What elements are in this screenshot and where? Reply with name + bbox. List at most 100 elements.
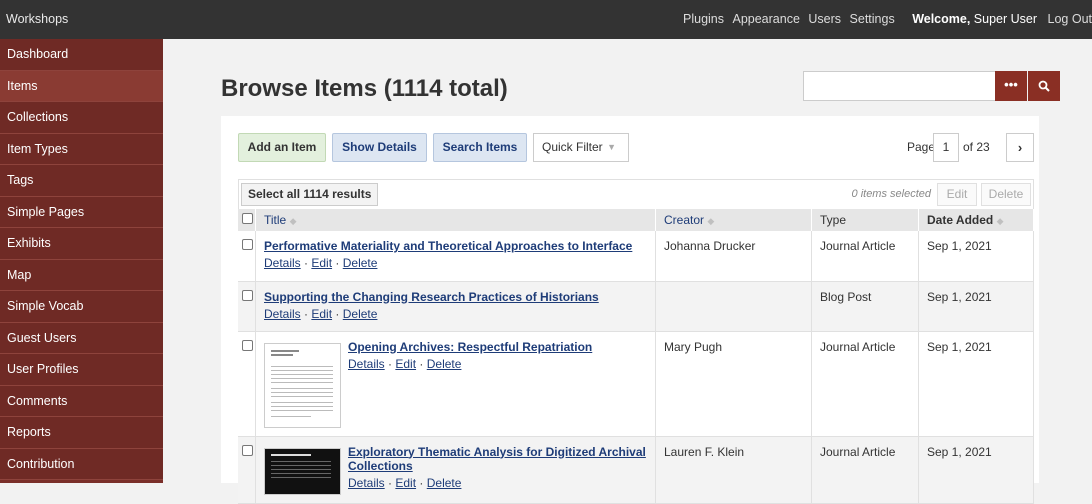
sidebar-item-item-types[interactable]: Item Types <box>0 133 163 165</box>
delete-link[interactable]: Delete <box>427 357 462 371</box>
item-title-link[interactable]: Exploratory Thematic Analysis for Digiti… <box>348 445 646 473</box>
search-input[interactable] <box>803 71 996 101</box>
row-actions: Details · Edit · Delete <box>264 256 647 270</box>
sidebar-item-dashboard[interactable]: Dashboard <box>0 39 163 71</box>
type-cell: Journal Article <box>811 436 919 504</box>
creator-cell: Johanna Drucker <box>655 231 812 282</box>
top-bar: Workshops Plugins Appearance Users Setti… <box>0 0 1092 39</box>
sidebar-item-tags[interactable]: Tags <box>0 165 163 197</box>
separator: · <box>335 306 340 321</box>
creator-cell: Mary Pugh <box>655 331 812 437</box>
row-checkbox-cell <box>238 331 256 437</box>
top-nav: Plugins Appearance Users Settings Welcom… <box>678 12 1092 26</box>
welcome-user[interactable]: Super User <box>974 12 1037 26</box>
show-details-button[interactable]: Show Details <box>332 133 427 162</box>
sidebar-item-collections[interactable]: Collections <box>0 102 163 134</box>
sidebar-item-items[interactable]: Items <box>0 70 163 102</box>
delete-link[interactable]: Delete <box>343 256 378 270</box>
item-title-link[interactable]: Supporting the Changing Research Practic… <box>264 290 599 304</box>
ellipsis-icon: ••• <box>1004 77 1018 92</box>
header-checkbox-cell <box>238 209 256 231</box>
item-thumbnail[interactable] <box>264 342 341 428</box>
sort-icon: ◆ <box>996 216 1004 226</box>
separator: · <box>419 356 424 371</box>
pager-total: of 23 <box>963 140 990 154</box>
details-link[interactable]: Details <box>348 357 385 371</box>
batch-edit-button[interactable]: Edit <box>937 183 977 206</box>
date-cell: Sep 1, 2021 <box>918 436 1034 504</box>
table-row: Opening Archives: Respectful Repatriatio… <box>238 331 1034 437</box>
sort-date-link[interactable]: Date Added <box>927 213 993 227</box>
select-all-button[interactable]: Select all 1114 results <box>241 183 379 206</box>
item-title-link[interactable]: Opening Archives: Respectful Repatriatio… <box>348 340 592 354</box>
date-cell: Sep 1, 2021 <box>918 281 1034 332</box>
welcome-text: Welcome, Super User <box>912 12 1037 26</box>
type-cell: Journal Article <box>811 331 919 437</box>
item-title-link[interactable]: Performative Materiality and Theoretical… <box>264 239 632 253</box>
logout-link[interactable]: Log Out <box>1048 12 1092 26</box>
chevron-right-icon: › <box>1017 140 1023 155</box>
next-page-button[interactable]: › <box>1006 133 1034 162</box>
sidebar-item-exhibits[interactable]: Exhibits <box>0 228 163 260</box>
items-panel: Add an Item Show Details Search Items Qu… <box>221 116 1039 504</box>
edit-link[interactable]: Edit <box>395 357 416 371</box>
quick-filter-dropdown[interactable]: Quick Filter ▼ <box>533 133 629 162</box>
row-checkbox[interactable] <box>242 339 253 351</box>
sort-creator-link[interactable]: Creator <box>664 213 704 227</box>
search-icon <box>1038 80 1050 92</box>
search-items-button[interactable]: Search Items <box>433 133 527 162</box>
sidebar-item-simple-pages[interactable]: Simple Pages <box>0 196 163 228</box>
table-header-row: Title ◆ Creator ◆ Type Date Added ◆ <box>238 209 1034 231</box>
sidebar-item-simple-vocab[interactable]: Simple Vocab <box>0 291 163 323</box>
title-cell: Exploratory Thematic Analysis for Digiti… <box>255 436 656 504</box>
sidebar-item-user-profiles[interactable]: User Profiles <box>0 354 163 386</box>
add-item-button[interactable]: Add an Item <box>238 133 326 162</box>
sort-icon: ◆ <box>707 216 715 226</box>
select-all-checkbox[interactable] <box>242 213 253 224</box>
sort-icon: ◆ <box>289 216 297 226</box>
column-date-added: Date Added ◆ <box>918 209 1034 231</box>
separator: · <box>388 356 393 371</box>
page-title: Browse Items (1114 total) <box>221 75 508 102</box>
document-thumbnail-icon <box>271 349 333 417</box>
sort-title-link[interactable]: Title <box>264 213 286 227</box>
date-cell: Sep 1, 2021 <box>918 331 1034 437</box>
delete-link[interactable]: Delete <box>343 307 378 321</box>
caret-down-icon: ▼ <box>607 142 616 152</box>
creator-cell <box>655 281 812 332</box>
selected-count: 0 items selected <box>851 188 931 200</box>
row-checkbox[interactable] <box>242 289 253 301</box>
pager-label: Page <box>907 140 936 154</box>
row-actions: Details · Edit · Delete <box>264 307 647 321</box>
search-submit-button[interactable] <box>1028 71 1060 101</box>
row-checkbox[interactable] <box>242 444 253 456</box>
page-number-input[interactable]: 1 <box>933 133 959 162</box>
edit-link[interactable]: Edit <box>311 307 332 321</box>
sidebar-item-comments[interactable]: Comments <box>0 385 163 417</box>
sidebar-item-guest-users[interactable]: Guest Users <box>0 322 163 354</box>
type-cell: Blog Post <box>811 281 919 332</box>
sidebar: Dashboard Items Collections Item Types T… <box>0 39 163 483</box>
batch-delete-button[interactable]: Delete <box>981 183 1031 206</box>
column-type: Type <box>811 209 919 231</box>
row-checkbox-cell <box>238 231 256 282</box>
row-checkbox[interactable] <box>242 239 253 250</box>
date-cell: Sep 1, 2021 <box>918 231 1034 282</box>
site-title-link[interactable]: Workshops <box>6 12 68 26</box>
nav-plugins[interactable]: Plugins <box>683 12 724 26</box>
nav-appearance[interactable]: Appearance <box>732 12 799 26</box>
edit-link[interactable]: Edit <box>311 256 332 270</box>
column-creator: Creator ◆ <box>655 209 812 231</box>
table-row: Supporting the Changing Research Practic… <box>238 281 1034 332</box>
item-thumbnail[interactable] <box>264 447 341 495</box>
sidebar-item-reports[interactable]: Reports <box>0 417 163 449</box>
sidebar-item-contribution[interactable]: Contribution <box>0 448 163 480</box>
details-link[interactable]: Details <box>264 307 301 321</box>
details-link[interactable]: Details <box>264 256 301 270</box>
table-row: Exploratory Thematic Analysis for Digiti… <box>238 436 1034 504</box>
nav-users[interactable]: Users <box>808 12 841 26</box>
title-cell: Supporting the Changing Research Practic… <box>255 281 656 332</box>
sidebar-item-map[interactable]: Map <box>0 259 163 291</box>
nav-settings[interactable]: Settings <box>850 12 895 26</box>
search-options-button[interactable]: ••• <box>995 71 1027 101</box>
